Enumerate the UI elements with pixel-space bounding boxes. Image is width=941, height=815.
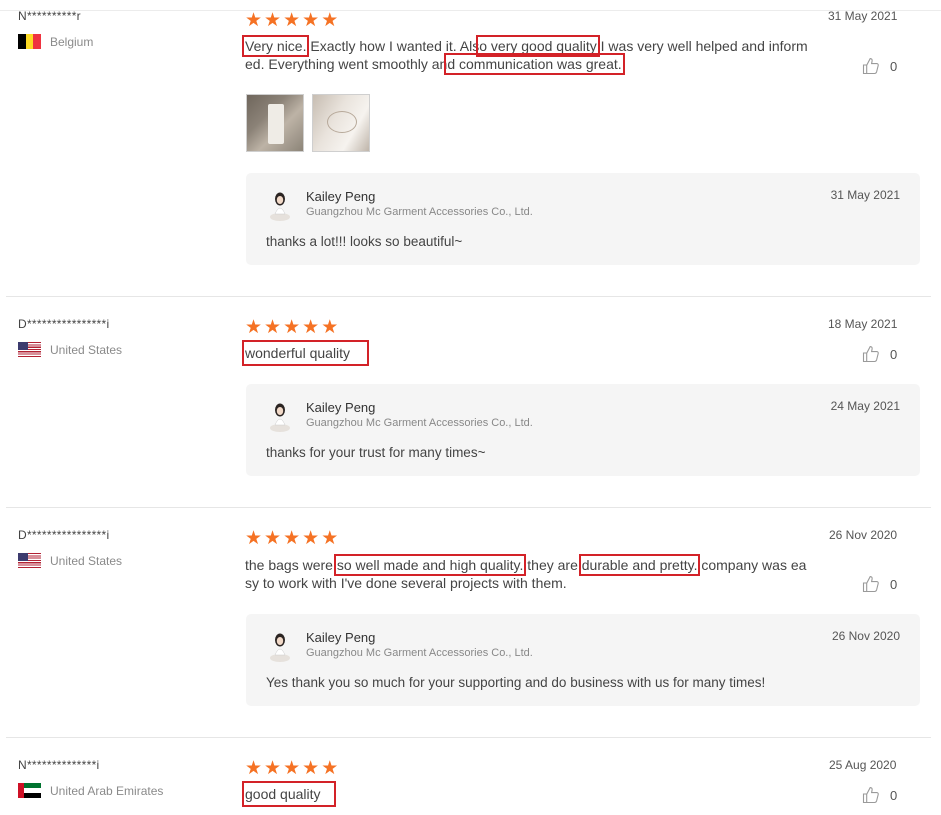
star-icon: ★ <box>321 528 339 549</box>
seller-company: Guangzhou Mc Garment Accessories Co., Lt… <box>306 417 533 429</box>
star-rating: ★ ★ ★ ★ ★ <box>245 11 338 30</box>
united-states-flag-icon <box>18 553 41 568</box>
review-photo[interactable] <box>246 94 304 152</box>
like-button[interactable]: 0 <box>862 57 897 75</box>
comment-text: Exactly how I wanted it. Als <box>306 38 480 54</box>
buyer-country: United States <box>18 553 122 568</box>
uae-flag-icon <box>18 783 41 798</box>
star-icon: ★ <box>283 758 301 779</box>
star-icon: ★ <box>264 758 282 779</box>
star-icon: ★ <box>264 317 282 338</box>
review-comment: wonderful quality <box>241 340 810 366</box>
seller-reply: Kailey Peng Guangzhou Mc Garment Accesso… <box>246 614 920 706</box>
star-icon: ★ <box>283 10 301 31</box>
star-icon: ★ <box>321 758 339 779</box>
star-icon: ★ <box>302 758 320 779</box>
buyer-country: Belgium <box>18 34 93 49</box>
country-label: United Arab Emirates <box>50 783 164 798</box>
review-comment: good quality <box>242 781 810 807</box>
star-icon: ★ <box>321 10 339 31</box>
reply-text: thanks a lot!!! looks so beautiful~ <box>266 234 463 249</box>
review-photo[interactable] <box>312 94 370 152</box>
belgium-flag-icon <box>18 34 41 49</box>
reply-text: thanks for your trust for many times~ <box>266 445 486 460</box>
buyer-country: United Arab Emirates <box>18 783 163 798</box>
review-comment: Very nice. Exactly how I wanted it. Also… <box>241 35 810 75</box>
seller-name: Kailey Peng <box>306 400 376 415</box>
star-icon: ★ <box>321 317 339 338</box>
like-count: 0 <box>890 787 898 803</box>
review-item: D****************i United States ★ ★ ★ ★ ★ 2… <box>0 508 941 737</box>
seller-reply: Kailey Peng Guangzhou Mc Garment Accesso… <box>246 173 920 265</box>
reply-date: 26 Nov 2020 <box>831 629 900 643</box>
highlighted-phrase: so well made and high quality. <box>333 554 527 576</box>
reply-date: 31 May 2021 <box>830 188 900 202</box>
like-count: 0 <box>890 58 898 74</box>
like-count: 0 <box>890 346 898 362</box>
thumbs-up-icon <box>862 346 879 363</box>
star-icon: ★ <box>245 528 263 549</box>
country-label: United States <box>50 553 123 568</box>
review-date: 31 May 2021 <box>828 9 898 23</box>
comment-text: the bags were <box>245 557 337 573</box>
highlighted-phrase: Very nice. <box>241 35 310 57</box>
highlighted-phrase: o very good quality <box>476 35 600 57</box>
star-icon: ★ <box>302 317 320 338</box>
star-icon: ★ <box>245 10 263 31</box>
review-comment: the bags were so well made and high qual… <box>245 554 810 592</box>
buyer-name: N**************i <box>18 758 100 772</box>
like-button[interactable]: 0 <box>862 786 897 804</box>
star-icon: ★ <box>264 10 282 31</box>
thumbs-up-icon <box>862 576 879 593</box>
review-date: 18 May 2021 <box>828 317 898 331</box>
comment-text: they are <box>523 557 582 573</box>
united-states-flag-icon <box>18 342 41 357</box>
highlighted-phrase: durable and pretty. <box>578 554 701 576</box>
like-button[interactable]: 0 <box>862 345 897 363</box>
country-label: Belgium <box>50 34 94 49</box>
seller-avatar <box>270 633 290 662</box>
highlighted-phrase: wonderful quality <box>241 340 370 366</box>
like-button[interactable]: 0 <box>862 575 897 593</box>
buyer-name: D****************i <box>18 317 110 331</box>
seller-reply: Kailey Peng Guangzhou Mc Garment Accesso… <box>246 384 920 476</box>
review-date: 25 Aug 2020 <box>829 758 897 772</box>
buyer-country: United States <box>18 342 122 357</box>
star-icon: ★ <box>264 528 282 549</box>
review-item: N**********r Belgium ★ ★ ★ ★ ★ 31 May 2021 V… <box>0 0 941 296</box>
reply-text: Yes thank you so much for your supportin… <box>266 675 766 690</box>
buyer-name: N**********r <box>18 9 81 23</box>
highlighted-phrase: d communication was great. <box>444 53 625 75</box>
seller-avatar <box>270 192 290 221</box>
review-date: 26 Nov 2020 <box>829 528 898 542</box>
country-label: United States <box>50 342 123 357</box>
star-icon: ★ <box>302 528 320 549</box>
review-item: N**************i United Arab Emirates ★ ★… <box>0 738 941 815</box>
seller-company: Guangzhou Mc Garment Accessories Co., Lt… <box>306 206 533 218</box>
seller-avatar <box>270 403 290 432</box>
seller-name: Kailey Peng <box>306 630 376 645</box>
star-icon: ★ <box>245 317 263 338</box>
review-item: D****************i United States ★ ★ ★ ★ ★ 1… <box>0 297 941 507</box>
star-rating: ★ ★ ★ ★ ★ <box>245 759 338 778</box>
star-rating: ★ ★ ★ ★ ★ <box>245 529 338 548</box>
highlighted-phrase: good quality <box>242 781 336 807</box>
star-icon: ★ <box>283 317 301 338</box>
star-icon: ★ <box>245 758 263 779</box>
seller-company: Guangzhou Mc Garment Accessories Co., Lt… <box>306 647 533 659</box>
star-rating: ★ ★ ★ ★ ★ <box>245 318 338 337</box>
like-count: 0 <box>890 576 898 592</box>
star-icon: ★ <box>302 10 320 31</box>
thumbs-up-icon <box>862 58 879 75</box>
seller-name: Kailey Peng <box>306 189 376 204</box>
star-icon: ★ <box>283 528 301 549</box>
review-photos <box>246 94 370 152</box>
thumbs-up-icon <box>862 787 879 804</box>
reply-date: 24 May 2021 <box>830 399 900 413</box>
buyer-name: D****************i <box>18 528 110 542</box>
